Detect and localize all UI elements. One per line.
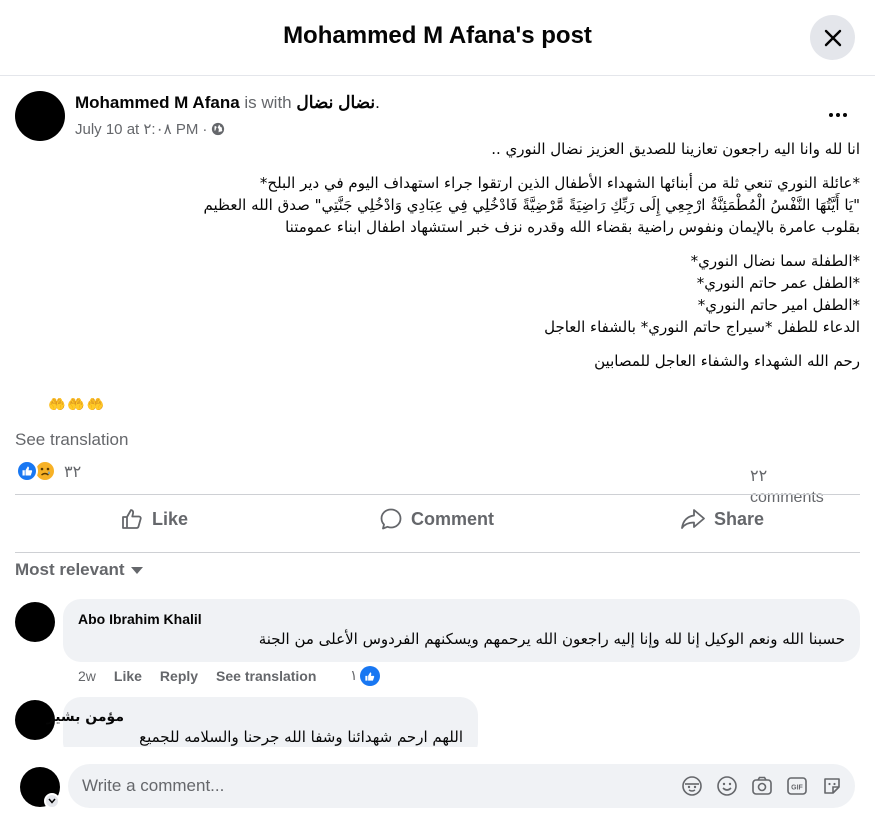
divider: [15, 494, 860, 495]
post-line: *الطفلة سما نضال النوري*: [690, 252, 860, 270]
praying-hands-emoji: 🤲🤲🤲: [48, 396, 107, 412]
gif-icon[interactable]: GIF: [785, 774, 809, 798]
like-reaction-icon: [16, 460, 38, 482]
share-icon: [681, 509, 705, 529]
comments-number: ٢٢: [750, 466, 768, 485]
like-button[interactable]: Like: [120, 507, 188, 531]
commenter-avatar[interactable]: [15, 602, 55, 642]
dialog-title: Mohammed M Afana's post: [283, 22, 592, 49]
comment-like-button[interactable]: Like: [114, 668, 142, 684]
sort-label: Most relevant: [15, 560, 125, 579]
comment-button[interactable]: Comment: [379, 507, 494, 531]
comment-see-translation[interactable]: See translation: [216, 668, 316, 684]
globe-icon: [212, 122, 225, 136]
comment-author[interactable]: Abo Ibrahim Khalil: [78, 611, 202, 627]
comment-reply-button[interactable]: Reply: [160, 668, 198, 684]
author-avatar[interactable]: [15, 91, 65, 141]
with-text: is with: [239, 93, 297, 112]
comment-label: Comment: [411, 508, 495, 529]
post-container: Mohammed M Afana is with نضال نضال. July…: [0, 77, 875, 747]
meta-separator: ·: [202, 120, 208, 138]
post-line: انا لله وانا اليه راجعون تعازينا للصديق …: [491, 140, 860, 158]
avatar-sticker-icon[interactable]: [680, 774, 704, 798]
comment-box: GIF: [68, 764, 855, 808]
post-line: "يَا أَيَّتُهَا النَّفْسُ الْمُطْمَئِنَّ…: [203, 196, 860, 214]
comments-count[interactable]: ٢٢ comments: [750, 462, 824, 506]
more-options-button[interactable]: [823, 105, 853, 125]
comment-sort-dropdown[interactable]: Most relevant: [15, 560, 143, 580]
reactions-summary[interactable]: ٣٢: [16, 460, 81, 482]
svg-text:GIF: GIF: [791, 785, 803, 792]
camera-icon[interactable]: [750, 774, 774, 798]
dialog-header: Mohammed M Afana's post: [0, 0, 875, 76]
author-name[interactable]: Mohammed M Afana: [75, 93, 240, 112]
emoji-icon[interactable]: [715, 774, 739, 798]
comment-time[interactable]: 2w: [78, 668, 96, 684]
tagged-name[interactable]: نضال نضال: [296, 93, 375, 112]
tagged-suffix: .: [375, 93, 380, 112]
comment-likes-count: ١: [350, 668, 358, 684]
close-button[interactable]: [810, 15, 855, 60]
post-line: *عائلة النوري تنعي ثلة من أبنائها الشهدا…: [259, 174, 860, 192]
comment-text: اللهم ارحم شهدائنا وشفا الله جرحنا والسل…: [139, 728, 463, 746]
share-button[interactable]: Share: [680, 507, 764, 531]
reactions-count: ٣٢: [64, 461, 82, 481]
like-label: Like: [152, 508, 189, 529]
comment-composer: GIF: [0, 747, 875, 832]
see-translation-link[interactable]: See translation: [15, 430, 128, 450]
thumbs-up-icon: [122, 509, 142, 529]
sticker-icon[interactable]: [820, 774, 844, 798]
current-user-avatar[interactable]: [20, 767, 60, 809]
comment-reactions[interactable]: ١: [350, 666, 380, 686]
divider: [15, 552, 860, 553]
post-line: *الطفل امير حاتم النوري*: [697, 296, 860, 314]
comment-icon: [380, 508, 402, 530]
comment-input[interactable]: [82, 764, 642, 808]
comment-text: حسبنا الله ونعم الوكيل إنا لله وإنا إليه…: [258, 630, 845, 648]
comment-actions: 2w Like Reply See translation: [78, 668, 334, 684]
more-dot-icon: [836, 113, 840, 117]
post-date[interactable]: July 10 at ٢:٠٨ PM: [75, 120, 198, 138]
post-line: رحم الله الشهداء والشفاء العاجل للمصابين: [594, 352, 860, 370]
comment-bubble: مؤمن بشير اللهم ارحم شهدائنا وشفا الله ج…: [46, 697, 478, 747]
post-meta: July 10 at ٢:٠٨ PM ·: [75, 120, 225, 138]
comments-label: comments: [750, 489, 824, 506]
post-text: انا لله وانا اليه راجعون تعازينا للصديق …: [15, 138, 860, 372]
post-author-line: Mohammed M Afana is with نضال نضال.: [75, 93, 380, 113]
post-line: *الطفل عمر حاتم النوري*: [696, 274, 860, 292]
post-line: الدعاء للطفل *سيراج حاتم النوري* بالشفاء…: [544, 318, 860, 336]
comment-bubble: Abo Ibrahim Khalil حسبنا الله ونعم الوكي…: [63, 599, 860, 662]
caret-down-icon: [130, 566, 143, 574]
chevron-down-icon[interactable]: [44, 793, 60, 809]
share-label: Share: [714, 508, 765, 529]
like-reaction-icon: [359, 666, 380, 686]
post-line: بقلوب عامرة بالإيمان ونفوس راضية بقضاء ا…: [285, 218, 860, 236]
close-icon: [824, 29, 841, 46]
comment-author[interactable]: مؤمن بشير: [46, 709, 124, 725]
more-dot-icon: [829, 113, 833, 117]
more-dot-icon: [843, 113, 847, 117]
